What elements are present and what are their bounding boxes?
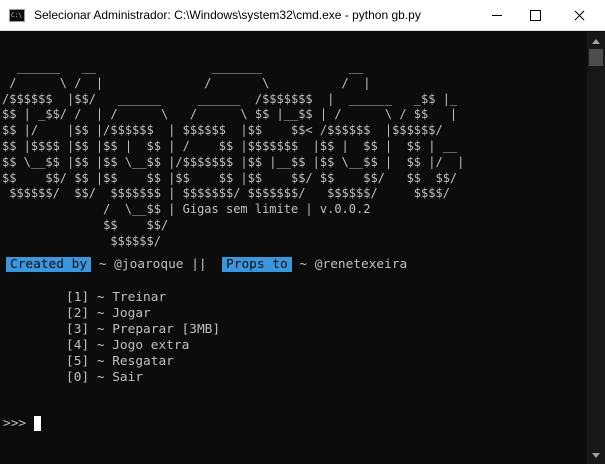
scrollbar-thumb[interactable] bbox=[589, 49, 603, 66]
ascii-banner: ______ __ _______ __ / \ / | / \ / | /$$… bbox=[2, 60, 465, 248]
menu-item-treinar: [1] ~ Treinar bbox=[66, 290, 167, 305]
prompt: >>> bbox=[3, 416, 27, 431]
menu-item-preparar: [3] ~ Preparar [3MB] bbox=[66, 322, 221, 337]
text-cursor[interactable] bbox=[34, 416, 41, 431]
maximize-button[interactable] bbox=[518, 0, 554, 31]
scroll-up-arrow-icon[interactable] bbox=[587, 32, 605, 49]
cmd-icon: C:\ bbox=[9, 9, 25, 22]
menu-item-resgatar: [5] ~ Resgatar bbox=[66, 354, 174, 369]
vertical-scrollbar[interactable] bbox=[587, 32, 605, 464]
props-to-label: Props to bbox=[222, 257, 292, 272]
created-by-label: Created by bbox=[6, 257, 92, 272]
credits-line: Created by ~ @joaroque || Props to ~ @re… bbox=[6, 257, 407, 273]
menu-item-jogo-extra: [4] ~ Jogo extra bbox=[66, 338, 190, 353]
console-area[interactable]: ______ __ _______ __ / \ / | / \ / | /$$… bbox=[0, 32, 587, 464]
close-button[interactable] bbox=[561, 0, 597, 31]
menu-item-sair: [0] ~ Sair bbox=[66, 370, 144, 385]
title-bar[interactable]: C:\ Selecionar Administrador: C:\Windows… bbox=[0, 0, 605, 31]
scroll-down-arrow-icon[interactable] bbox=[587, 447, 605, 464]
created-by-user: ~ @joaroque || bbox=[91, 257, 223, 272]
minimize-button[interactable] bbox=[479, 0, 515, 31]
menu-item-jogar: [2] ~ Jogar bbox=[66, 306, 151, 321]
menu-list: [1] ~ Treinar [2] ~ Jogar [3] ~ Preparar… bbox=[66, 290, 220, 386]
window-title: Selecionar Administrador: C:\Windows\sys… bbox=[34, 8, 421, 22]
props-to-user: ~ @renetexeira bbox=[291, 257, 408, 272]
